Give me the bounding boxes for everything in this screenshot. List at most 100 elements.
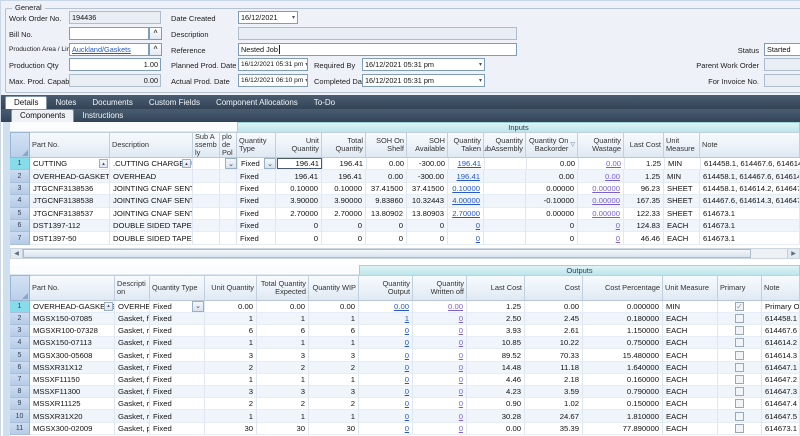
- cell-quantity-written-off[interactable]: 0: [413, 349, 467, 361]
- row-number[interactable]: 6: [10, 362, 30, 374]
- cell-quantity-wastage[interactable]: 0.00: [579, 158, 625, 170]
- quantity-written-off-link[interactable]: 0: [459, 326, 463, 335]
- cell-part-no[interactable]: MSSXF11300: [30, 386, 115, 398]
- cell-quantity-output[interactable]: 0: [359, 398, 413, 410]
- cell-cost-percentage[interactable]: 77.890000: [583, 423, 663, 435]
- tab-custom-fields[interactable]: Custom Fields: [141, 97, 208, 109]
- cell-lookup-button[interactable]: ▴: [104, 302, 113, 311]
- tab-details[interactable]: Details: [5, 96, 47, 109]
- column-header-cost[interactable]: Cost: [525, 275, 583, 301]
- cell-cost-percentage[interactable]: 0.150000: [583, 398, 663, 410]
- cell-quantity-taken[interactable]: 0: [448, 220, 484, 232]
- cell-note[interactable]: 614458.1: [762, 313, 800, 325]
- row-number[interactable]: 3: [10, 325, 30, 337]
- cell-last-cost[interactable]: 0.90: [467, 398, 525, 410]
- quantity-wastage-link[interactable]: 0.00000: [592, 196, 620, 205]
- row-number[interactable]: 4: [10, 337, 30, 349]
- cell-quantity-taken[interactable]: 0: [448, 232, 484, 244]
- cell-total-quantity-expected[interactable]: 1: [257, 410, 309, 422]
- cell-cost-percentage[interactable]: 0.750000: [583, 337, 663, 349]
- cell-description[interactable]: Gasket, f: [115, 374, 150, 386]
- cell-quantity-subassembly[interactable]: [484, 232, 526, 244]
- quantity-output-link[interactable]: 0: [405, 351, 409, 360]
- cell-unit-measure[interactable]: MIN: [664, 170, 700, 182]
- cell-quantity-written-off[interactable]: 0.00: [413, 301, 467, 313]
- cell-unit-quantity[interactable]: 2: [205, 362, 257, 374]
- cell-explode-policy[interactable]: [220, 208, 237, 220]
- cell-primary[interactable]: ✓: [718, 301, 762, 313]
- actual-prod-date-field[interactable]: 16/12/2021 06:10 pm▾: [238, 74, 308, 87]
- cell-total-quantity-expected[interactable]: 2: [257, 398, 309, 410]
- cell-note[interactable]: 614647.3: [762, 386, 800, 398]
- cell-quantity-taken[interactable]: 196.41: [448, 170, 484, 182]
- cell-quantity-wastage[interactable]: 0.00: [578, 170, 624, 182]
- cell-quantity-type[interactable]: Fixed: [237, 183, 276, 195]
- cell-part-no[interactable]: MSSXR31X20: [30, 410, 115, 422]
- dropdown-arrow-icon[interactable]: ▾: [477, 61, 482, 68]
- column-header-quantity-type[interactable]: Quantity Type: [150, 275, 205, 301]
- quantity-written-off-link[interactable]: 0: [459, 399, 463, 408]
- cell-primary[interactable]: [718, 374, 762, 386]
- quantity-written-off-link[interactable]: 0: [459, 351, 463, 360]
- cell-cost[interactable]: 2.45: [525, 313, 583, 325]
- cell-quantity-type[interactable]: Fixed: [237, 195, 276, 207]
- cell-total-quantity-expected[interactable]: 0.00: [257, 301, 309, 313]
- cell-last-cost[interactable]: 3.93: [467, 325, 525, 337]
- cell-dropdown-button[interactable]: ⌄: [225, 158, 237, 169]
- cell-note[interactable]: 614614.3: [762, 349, 800, 361]
- cell-part-no[interactable]: MSSXR31X12: [30, 362, 115, 374]
- cell-explode-policy[interactable]: ⌄: [220, 158, 238, 170]
- cell-total-quantity[interactable]: 3.90000: [322, 195, 366, 207]
- column-header-last-cost[interactable]: Last Cost: [467, 275, 525, 301]
- cell-part-no[interactable]: MGSXR100-07328: [30, 325, 115, 337]
- quantity-written-off-link[interactable]: 0: [459, 338, 463, 347]
- column-header-quantity-on-backorder[interactable]: Quantity On Backorder▽: [526, 132, 578, 158]
- cell-soh-available[interactable]: -300.00: [408, 158, 449, 170]
- cell-unit-quantity[interactable]: 3: [205, 349, 257, 361]
- dropdown-arrow-icon[interactable]: ▾: [290, 14, 295, 21]
- primary-checkbox[interactable]: [735, 375, 744, 384]
- cell-part-no[interactable]: JTGCNF3138538: [30, 195, 110, 207]
- column-header-explode-policy[interactable]: Explode Policy: [220, 132, 237, 158]
- cell-last-cost[interactable]: 1.25: [467, 301, 525, 313]
- cell-note[interactable]: 614458.1, 614467.6, 614614.2, 6: [700, 170, 800, 182]
- cell-sub-assembly[interactable]: [193, 208, 220, 220]
- cell-cost-percentage[interactable]: 1.150000: [583, 325, 663, 337]
- cell-total-quantity[interactable]: 196.41: [322, 170, 366, 182]
- cell-soh-available[interactable]: 13.80903: [407, 208, 448, 220]
- cell-quantity-taken[interactable]: 0.10000: [448, 183, 484, 195]
- cell-note[interactable]: 614467.6: [762, 325, 800, 337]
- filter-icon[interactable]: ▽: [570, 142, 575, 149]
- row-number[interactable]: 6: [10, 220, 30, 232]
- cell-total-quantity[interactable]: 2.70000: [322, 208, 366, 220]
- cell-total-quantity-expected[interactable]: 3: [257, 386, 309, 398]
- cell-sub-assembly[interactable]: [193, 183, 220, 195]
- cell-quantity-wastage[interactable]: 0: [578, 220, 624, 232]
- row-number[interactable]: 2: [10, 313, 30, 325]
- row-number[interactable]: 5: [10, 349, 30, 361]
- cell-part-no[interactable]: MSSXF11150: [30, 374, 115, 386]
- row-number[interactable]: 9: [10, 398, 30, 410]
- cell-quantity-wip[interactable]: 3: [309, 386, 359, 398]
- cell-explode-policy[interactable]: [220, 170, 237, 182]
- cell-quantity-wip[interactable]: 6: [309, 325, 359, 337]
- cell-note[interactable]: Primary Outp: [762, 301, 800, 313]
- quantity-output-link[interactable]: 0: [405, 424, 409, 433]
- primary-checkbox[interactable]: ✓: [735, 302, 744, 311]
- column-header-quantity-subassembly[interactable]: Quantity SubAssembly: [484, 132, 526, 158]
- row-number[interactable]: 11: [10, 423, 30, 435]
- cell-quantity-type[interactable]: Fixed: [237, 170, 276, 182]
- cell-quantity-written-off[interactable]: 0: [413, 374, 467, 386]
- cell-quantity-wastage[interactable]: 0.00000: [578, 195, 624, 207]
- cell-quantity-type[interactable]: Fixed: [150, 410, 205, 422]
- cell-quantity-type[interactable]: Fixed: [150, 423, 205, 435]
- tab-components[interactable]: Components: [11, 109, 74, 122]
- cell-part-no[interactable]: MGSX300-02009: [30, 423, 115, 435]
- tab-notes[interactable]: Notes: [47, 97, 84, 109]
- row-number[interactable]: 10: [10, 410, 30, 422]
- cell-unit-quantity[interactable]: 2.70000: [276, 208, 322, 220]
- cell-sub-assembly[interactable]: [193, 232, 220, 244]
- cell-unit-measure[interactable]: EACH: [663, 349, 718, 361]
- grid-corner-cell[interactable]: [10, 132, 30, 158]
- cell-unit-quantity[interactable]: 0.10000: [276, 183, 322, 195]
